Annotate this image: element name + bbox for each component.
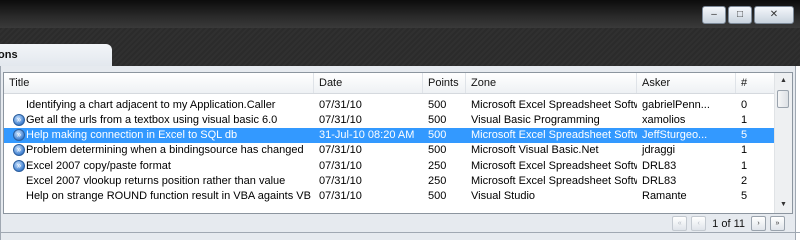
cell-count: 5 [741,129,748,141]
cell-count: 1 [741,144,748,156]
cell-points: 500 [428,129,447,141]
column-header-count[interactable]: # [736,73,774,93]
pager: « ‹ 1 of 11 › » [672,216,785,231]
cell-count: 1 [741,160,748,172]
tab-bar: ons [0,28,800,66]
table-row[interactable]: Identifying a chart adjacent to my Appli… [4,98,774,113]
cell-title: Excel 2007 vlookup returns position rath… [26,175,286,187]
next-page-button[interactable]: › [751,216,766,231]
cell-count: 5 [741,190,748,202]
first-page-button[interactable]: « [672,216,688,231]
table-row[interactable]: » Help making connection in Excel to SQL … [4,128,774,143]
table-row[interactable]: » Get all the urls from a textbox using v… [4,113,774,128]
scroll-up-button[interactable]: ▲ [775,73,792,89]
table-row[interactable]: Help on strange ROUND function result in… [4,189,774,204]
cell-count: 0 [741,99,748,111]
cell-title: Identifying a chart adjacent to my Appli… [26,99,276,111]
cell-zone: Microsoft Excel Spreadsheet Software [471,160,637,172]
minimize-button[interactable]: – [702,6,726,24]
table-row[interactable]: » Excel 2007 copy/paste format 07/31/10 250… [4,159,774,174]
tab-questions[interactable]: ons [0,44,112,66]
content-panel: Title Date Points Zone Asker # Identifyi… [0,66,796,240]
previous-page-button[interactable]: ‹ [691,216,707,231]
cell-zone: Visual Studio [471,190,536,202]
cell-title: Help on strange ROUND function result in… [26,190,311,202]
cell-asker: DRL83 [642,160,677,172]
window-controls: – □ ✕ [702,6,794,24]
cell-asker: JeffSturgeo... [642,129,708,141]
maximize-button[interactable]: □ [728,6,752,24]
cell-points: 500 [428,99,447,111]
page-indicator: 1 of 11 [712,217,745,230]
column-header-date[interactable]: Date [314,73,423,93]
questions-grid: Title Date Points Zone Asker # Identifyi… [3,72,793,214]
cell-date: 07/31/10 [319,99,362,111]
cell-title: Get all the urls from a textbox using vi… [26,114,278,126]
cell-zone: Microsoft Excel Spreadsheet Software... [471,129,637,141]
cell-count: 1 [741,114,748,126]
cell-asker: Ramante [642,190,687,202]
cell-date: 07/31/10 [319,190,362,202]
cell-points: 500 [428,114,447,126]
column-header-points[interactable]: Points [423,73,466,93]
window-titlebar: – □ ✕ [0,0,800,28]
cell-asker: gabrielPenn... [642,99,710,111]
cell-date: 31-Jul-10 08:20 AM [319,129,415,141]
scroll-down-button[interactable]: ▼ [775,197,792,213]
close-button[interactable]: ✕ [754,6,794,24]
cell-points: 500 [428,144,447,156]
cell-title: Problem determining when a bindingsource… [26,144,304,156]
cell-points: 250 [428,175,447,187]
tab-label: ons [0,49,18,61]
cell-date: 07/31/10 [319,175,362,187]
cell-points: 250 [428,160,447,172]
cell-count: 2 [741,175,748,187]
table-row[interactable]: » Problem determining when a bindingsourc… [4,143,774,158]
cell-zone: Microsoft Excel Spreadsheet Software [471,175,637,187]
cell-zone: Visual Basic Programming [471,114,600,126]
cell-zone: Microsoft Visual Basic.Net [471,144,599,156]
cell-date: 07/31/10 [319,144,362,156]
grid-header: Title Date Points Zone Asker # [4,73,774,94]
cell-date: 07/31/10 [319,160,362,172]
vertical-scrollbar[interactable]: ▲ ▼ [774,73,792,213]
table-row[interactable]: Excel 2007 vlookup returns position rath… [4,174,774,189]
cell-title: Help making connection in Excel to SQL d… [26,129,238,141]
last-page-button[interactable]: » [770,216,785,231]
cell-asker: xamolios [642,114,686,126]
cell-points: 500 [428,190,447,202]
status-divider [0,232,800,233]
column-header-zone[interactable]: Zone [466,73,637,93]
cell-zone: Microsoft Excel Spreadsheet Software [471,99,637,111]
cell-asker: DRL83 [642,175,677,187]
scroll-thumb[interactable] [777,90,789,108]
cell-date: 07/31/10 [319,114,362,126]
column-header-asker[interactable]: Asker [637,73,736,93]
cell-title: Excel 2007 copy/paste format [26,160,171,172]
cell-asker: jdraggi [642,144,676,156]
column-header-title[interactable]: Title [4,73,314,93]
